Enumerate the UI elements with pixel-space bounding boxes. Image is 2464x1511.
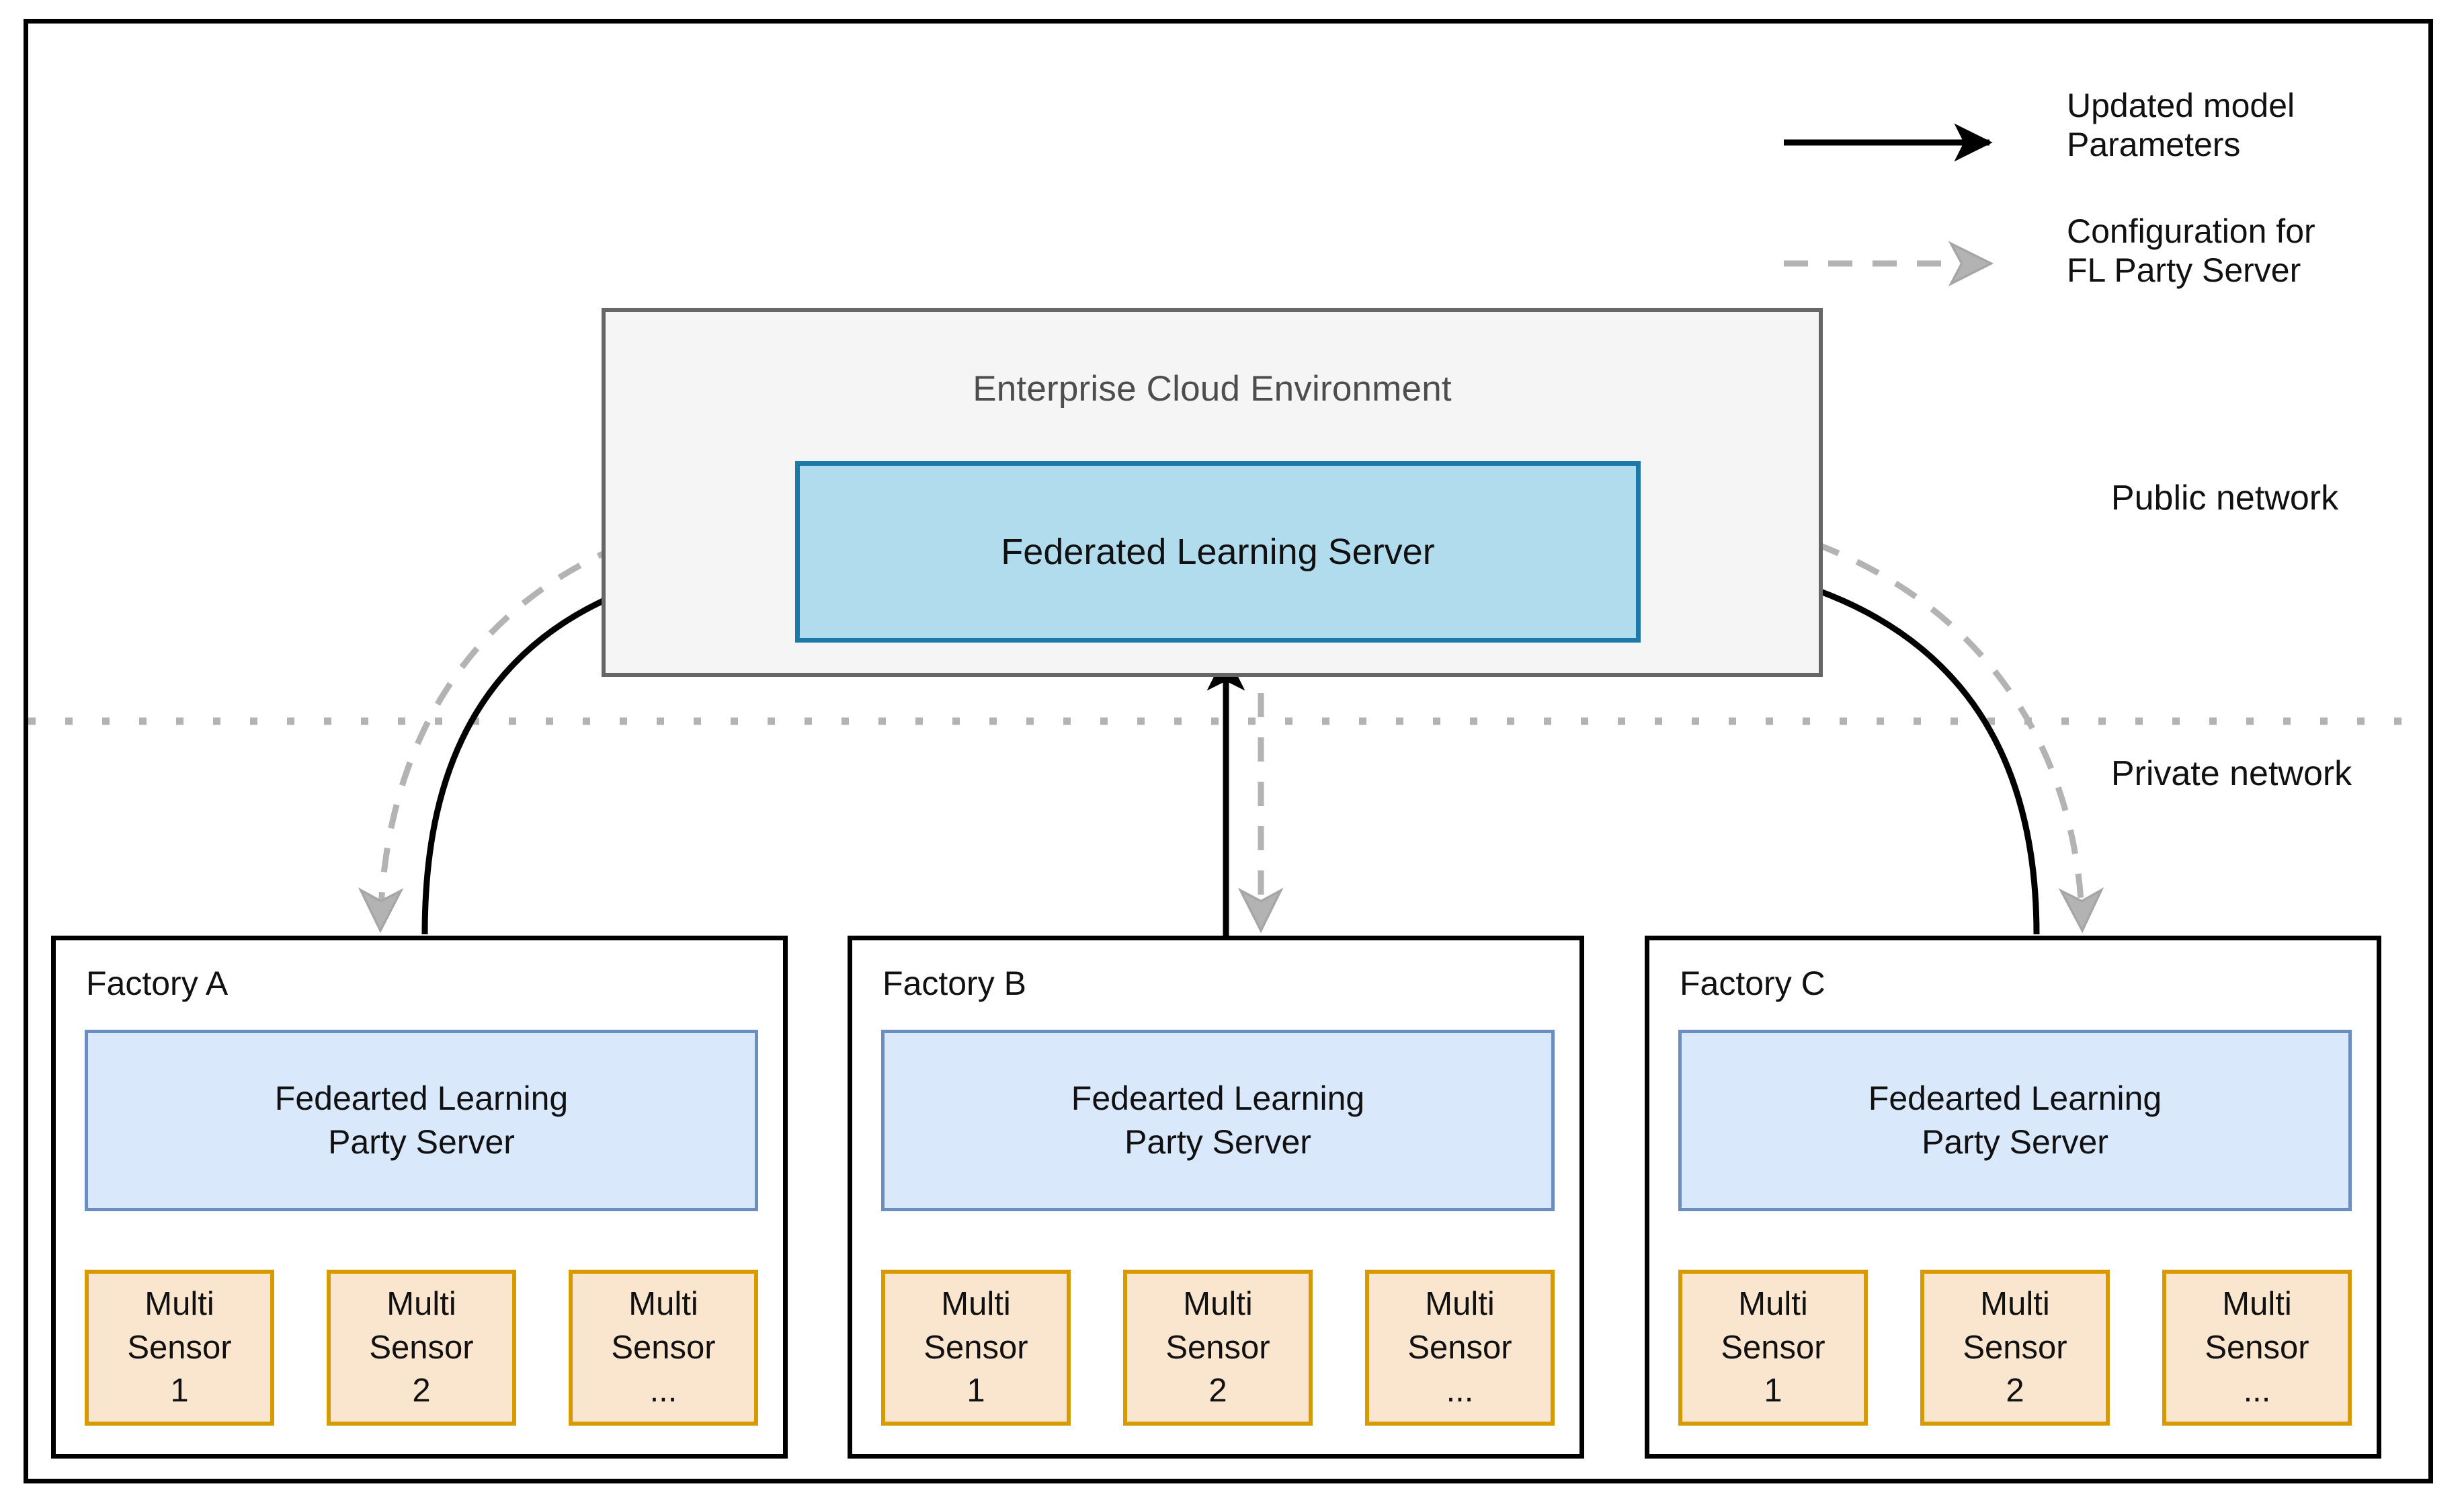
diagram-canvas: Updated model Parameters Configuration f…	[0, 0, 2464, 1511]
enterprise-cloud-environment-title: Enterprise Cloud Environment	[973, 369, 1452, 409]
factory-c-party-server[interactable]: Fedearted Learning Party Server	[1678, 1030, 2352, 1211]
federated-learning-server-label: Federated Learning Server	[1001, 532, 1435, 572]
factory-b-party-server[interactable]: Fedearted Learning Party Server	[881, 1030, 1555, 1211]
factory-b-title: Factory B	[882, 965, 1026, 1002]
factory-c-sensor-more[interactable]: Multi Sensor ...	[2162, 1270, 2352, 1426]
legend-label-configuration-for-fl-party-server: Configuration for FL Party Server	[2067, 212, 2315, 289]
factory-a-sensor-2[interactable]: Multi Sensor 2	[327, 1270, 516, 1426]
factory-a-party-server[interactable]: Fedearted Learning Party Server	[85, 1030, 758, 1211]
factory-c-title: Factory C	[1680, 965, 1825, 1002]
factory-b-box[interactable]: Factory B Fedearted Learning Party Serve…	[848, 936, 1584, 1459]
factory-a-title: Factory A	[86, 965, 229, 1002]
factory-a-sensor-row: Multi Sensor 1 Multi Sensor 2 Multi Sens…	[85, 1270, 758, 1426]
factory-c-sensor-row: Multi Sensor 1 Multi Sensor 2 Multi Sens…	[1678, 1270, 2352, 1426]
public-network-label: Public network	[2110, 479, 2339, 518]
factory-c-sensor-2[interactable]: Multi Sensor 2	[1920, 1270, 2110, 1426]
private-network-label: Private network	[2110, 754, 2352, 793]
legend-label-updated-model-parameters: Updated model Parameters	[2067, 87, 2295, 163]
factory-b-sensor-more[interactable]: Multi Sensor ...	[1365, 1270, 1555, 1426]
factory-a-sensor-1[interactable]: Multi Sensor 1	[85, 1270, 274, 1426]
factory-b-sensor-1[interactable]: Multi Sensor 1	[881, 1270, 1071, 1426]
factory-c-box[interactable]: Factory C Fedearted Learning Party Serve…	[1645, 936, 2381, 1459]
factory-a-box[interactable]: Factory A Fedearted Learning Party Serve…	[51, 936, 788, 1459]
factory-b-sensor-2[interactable]: Multi Sensor 2	[1123, 1270, 1313, 1426]
factory-c-sensor-1[interactable]: Multi Sensor 1	[1678, 1270, 1868, 1426]
factory-a-sensor-more[interactable]: Multi Sensor ...	[569, 1270, 758, 1426]
factory-b-sensor-row: Multi Sensor 1 Multi Sensor 2 Multi Sens…	[881, 1270, 1555, 1426]
